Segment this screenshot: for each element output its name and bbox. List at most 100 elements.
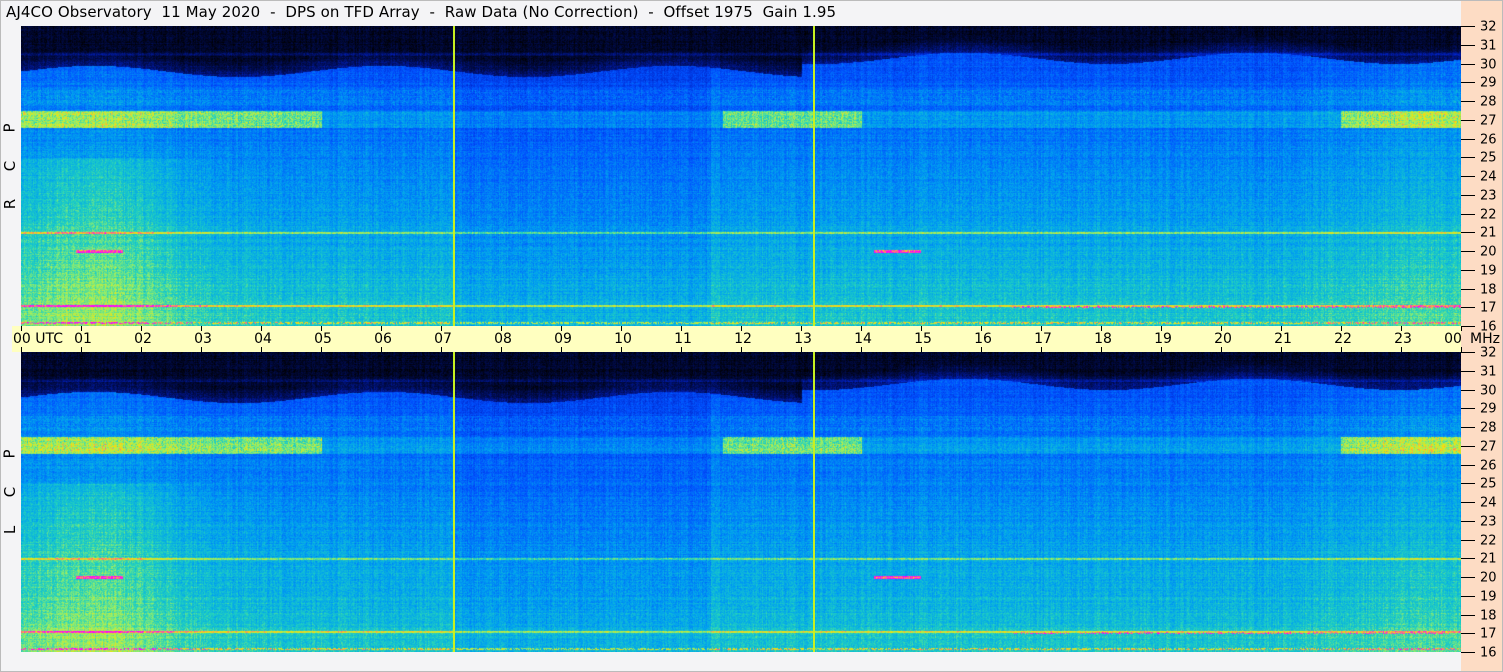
time-marker-line <box>813 352 815 652</box>
frequency-tick-label: 19 <box>1480 263 1497 279</box>
frequency-tick-label: 27 <box>1480 113 1497 129</box>
frequency-tick-label: 22 <box>1480 533 1497 548</box>
time-tick <box>741 347 742 352</box>
time-tick-label: 18 <box>1094 331 1112 347</box>
frequency-tick <box>1461 176 1475 177</box>
frequency-tick <box>1461 371 1475 372</box>
frequency-tick <box>1461 465 1475 466</box>
time-tick <box>441 347 442 352</box>
rcp-letter-p: P <box>0 123 19 133</box>
frequency-tick-label: 27 <box>1480 439 1497 455</box>
time-tick-label: 20 <box>1214 331 1232 347</box>
time-tick <box>561 347 562 352</box>
time-tick <box>1341 347 1342 352</box>
frequency-tick <box>1461 502 1475 503</box>
time-tick <box>381 347 382 352</box>
lcp-label: P C L <box>1 442 19 542</box>
frequency-tick <box>1461 615 1475 616</box>
time-tick <box>1041 347 1042 352</box>
frequency-tick-label: 30 <box>1480 57 1497 72</box>
rcp-spectrogram-panel <box>21 26 1461 326</box>
rcp-letter-c: C <box>0 160 19 172</box>
time-tick <box>81 347 82 352</box>
frequency-tick <box>1461 307 1475 308</box>
time-tick-label: 11 <box>674 331 692 347</box>
frequency-tick <box>1461 195 1475 196</box>
frequency-tick-label: 31 <box>1480 364 1497 380</box>
time-tick-label: 00 <box>1444 331 1462 347</box>
frequency-tick-label: 32 <box>1480 19 1497 35</box>
frequency-tick-label: 24 <box>1480 495 1497 511</box>
frequency-tick-label: 25 <box>1480 150 1497 166</box>
time-tick-label: 14 <box>854 331 872 347</box>
time-tick-label: 23 <box>1394 331 1412 347</box>
frequency-tick <box>1461 446 1475 447</box>
time-tick <box>321 347 322 352</box>
time-tick <box>681 347 682 352</box>
time-tick-label: 09 <box>554 331 572 347</box>
time-tick-label: 04 <box>254 331 272 347</box>
frequency-tick-label: 20 <box>1480 570 1497 586</box>
frequency-tick <box>1461 101 1475 102</box>
frequency-tick <box>1461 45 1475 46</box>
time-tick-label: 07 <box>434 331 452 347</box>
time-tick <box>1221 347 1222 352</box>
time-tick <box>21 347 22 352</box>
frequency-tick <box>1461 157 1475 158</box>
time-tick <box>201 347 202 352</box>
chart-title: AJ4CO Observatory 11 May 2020 - DPS on T… <box>6 3 837 21</box>
time-tick <box>921 347 922 352</box>
time-tick <box>1101 347 1102 352</box>
frequency-tick-label: 21 <box>1480 225 1497 241</box>
time-tick <box>801 347 802 352</box>
time-tick-label: 16 <box>974 331 992 347</box>
frequency-tick <box>1461 120 1475 121</box>
frequency-tick <box>1461 326 1475 327</box>
frequency-tick-label: 23 <box>1480 188 1497 204</box>
frequency-tick-label: 29 <box>1480 75 1497 91</box>
time-tick-label: 22 <box>1334 331 1352 347</box>
frequency-tick <box>1461 652 1475 653</box>
time-tick-label: 00 UTC <box>13 331 64 347</box>
lcp-letter-l: L <box>0 525 19 535</box>
frequency-tick <box>1461 270 1475 271</box>
frequency-tick <box>1461 633 1475 634</box>
time-tick-label: 21 <box>1274 331 1292 347</box>
frequency-tick-label: 29 <box>1480 401 1497 417</box>
time-tick-label: 12 <box>734 331 752 347</box>
frequency-tick <box>1461 64 1475 65</box>
rcp-letter-r: R <box>1 198 19 210</box>
frequency-tick-label: 31 <box>1480 38 1497 54</box>
frequency-tick <box>1461 577 1475 578</box>
rcp-spectrogram-canvas <box>21 26 1461 326</box>
time-marker-line <box>813 26 815 326</box>
time-tick-label: 06 <box>374 331 392 347</box>
frequency-tick-label: 18 <box>1480 608 1497 623</box>
time-tick <box>621 347 622 352</box>
frequency-tick <box>1461 26 1475 27</box>
time-tick-label: 13 <box>794 331 812 347</box>
frequency-tick-label: 26 <box>1480 458 1497 473</box>
frequency-tick <box>1461 352 1475 353</box>
lcp-spectrogram-panel <box>21 352 1461 652</box>
time-tick-label: 19 <box>1154 331 1172 347</box>
frequency-tick-label: 24 <box>1480 169 1497 185</box>
frequency-tick-label: 16 <box>1480 645 1497 661</box>
time-tick-label: 02 <box>134 331 152 347</box>
frequency-tick-label: 16 <box>1480 319 1497 335</box>
frequency-tick-label: 18 <box>1480 282 1497 297</box>
time-tick <box>1281 347 1282 352</box>
frequency-tick <box>1461 427 1475 428</box>
time-tick <box>501 347 502 352</box>
frequency-tick <box>1461 214 1475 215</box>
frequency-tick-label: 23 <box>1480 514 1497 530</box>
time-tick-label: 10 <box>614 331 632 347</box>
frequency-tick <box>1461 390 1475 391</box>
frequency-tick-label: 25 <box>1480 476 1497 492</box>
frequency-tick-label: 17 <box>1480 300 1497 316</box>
time-tick-label: 17 <box>1034 331 1052 347</box>
time-tick <box>1161 347 1162 352</box>
time-tick <box>141 347 142 352</box>
frequency-tick <box>1461 540 1475 541</box>
frequency-tick <box>1461 232 1475 233</box>
